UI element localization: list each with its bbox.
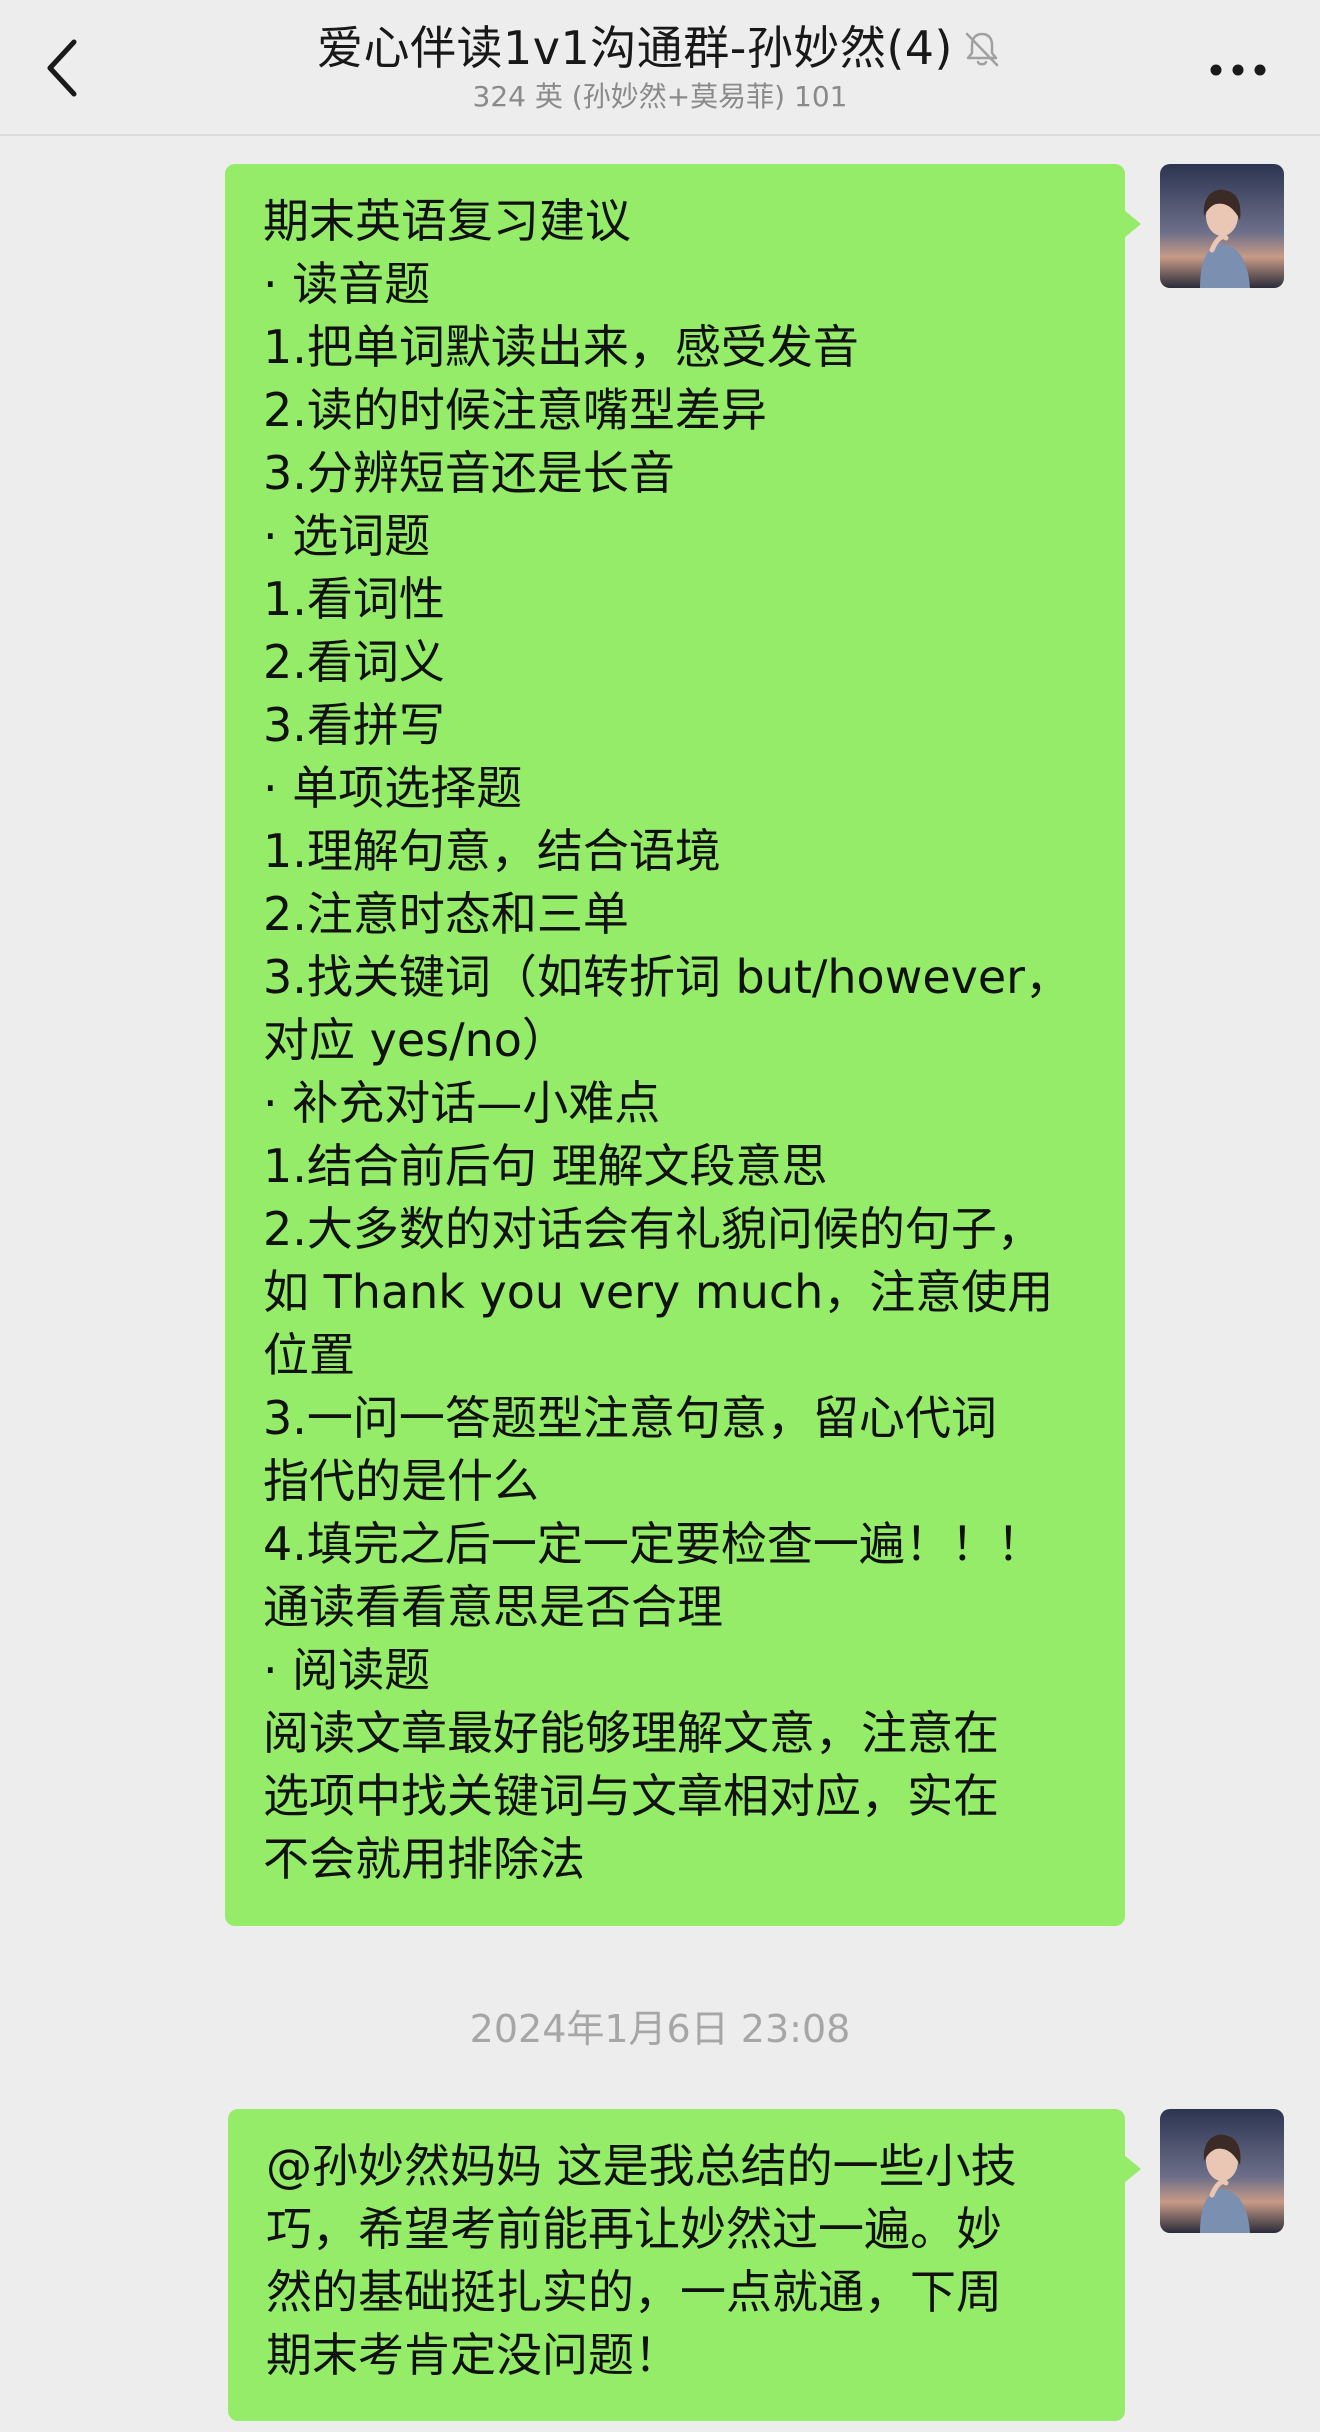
message-line: 2.读的时候注意嘴型差异 [263, 383, 767, 437]
message-line: @孙妙然妈妈 这是我总结的一些小技 [266, 2139, 1017, 2193]
message-bubble[interactable]: 期末英语复习建议 · 读音题 1.把单词默读出来，感受发音 2.读的时候注意嘴型… [225, 164, 1141, 1926]
message-line: · 单项选择题 [263, 761, 523, 815]
chat-header: 爱心伴读1v1沟通群-孙妙然(4) 324 英 (孙妙然+莫易菲) 101 [0, 0, 1320, 136]
message-text: @孙妙然妈妈 这是我总结的一些小技 巧，希望考前能再让妙然过一遍。妙 然的基础挺… [266, 2135, 1089, 2387]
message-line: 1.看词性 [263, 572, 445, 626]
avatar-photo-icon [1160, 164, 1284, 288]
message-line: 对应 yes/no） [263, 1013, 568, 1067]
message-line: 然的基础挺扎实的，一点就通，下周 [266, 2265, 1002, 2319]
message-line: 期末考肯定没问题！ [266, 2328, 680, 2382]
chat-title: 爱心伴读1v1沟通群-孙妙然(4) [316, 21, 953, 75]
message-line: 3.分辨短音还是长音 [263, 446, 675, 500]
message-line: 2.看词义 [263, 635, 445, 689]
message-line: 1.把单词默读出来，感受发音 [263, 320, 859, 374]
message-line: 阅读文章最好能够理解文意，注意在 [263, 1706, 999, 1760]
message-line: 如 Thank you very much，注意使用 [263, 1265, 1054, 1319]
message-line: · 选词题 [263, 509, 431, 563]
avatar[interactable] [1160, 2109, 1284, 2233]
message-line: 3.找关键词（如转折词 but/however， [263, 950, 1072, 1004]
message-text: 期末英语复习建议 · 读音题 1.把单词默读出来，感受发音 2.读的时候注意嘴型… [263, 190, 1089, 1891]
title-area: 爱心伴读1v1沟通群-孙妙然(4) 324 英 (孙妙然+莫易菲) 101 [200, 18, 1120, 114]
message-line: 3.一问一答题型注意句意，留心代词 [263, 1391, 997, 1445]
message-line: 期末英语复习建议 [263, 194, 631, 248]
avatar[interactable] [1160, 164, 1284, 288]
message-line: 选项中找关键词与文章相对应，实在 [263, 1769, 999, 1823]
bell-muted-icon [961, 28, 1003, 70]
message-bubble[interactable]: @孙妙然妈妈 这是我总结的一些小技 巧，希望考前能再让妙然过一遍。妙 然的基础挺… [228, 2109, 1141, 2421]
message-line: 2.大多数的对话会有礼貌问候的句子， [263, 1202, 1043, 1256]
message-line: 1.理解句意，结合语境 [263, 824, 721, 878]
more-dots-icon [1210, 64, 1266, 76]
message-line: · 阅读题 [263, 1643, 431, 1697]
message-line: 位置 [263, 1328, 355, 1382]
message-timestamp: 2024年1月6日 23:08 [469, 2007, 851, 2051]
back-button[interactable] [34, 32, 94, 104]
message-line: · 补充对话—小难点 [263, 1076, 661, 1130]
message-line: 2.注意时态和三单 [263, 887, 629, 941]
message-line: 指代的是什么 [263, 1454, 539, 1508]
message-line: 通读看看意思是否合理 [263, 1580, 723, 1634]
avatar-photo-icon [1160, 2109, 1284, 2233]
chevron-left-icon [47, 39, 77, 97]
message-line: 不会就用排除法 [263, 1832, 585, 1886]
message-line: 巧，希望考前能再让妙然过一遍。妙 [266, 2202, 1002, 2256]
chat-subtitle: 324 英 (孙妙然+莫易菲) 101 [472, 80, 848, 113]
more-button[interactable] [1206, 52, 1270, 88]
message-line: · 读音题 [263, 257, 431, 311]
message-line: 3.看拼写 [263, 698, 445, 752]
message-line: 1.结合前后句 理解文段意思 [263, 1139, 828, 1193]
message-line: 4.填完之后一定一定要检查一遍！！！ [263, 1517, 1043, 1571]
